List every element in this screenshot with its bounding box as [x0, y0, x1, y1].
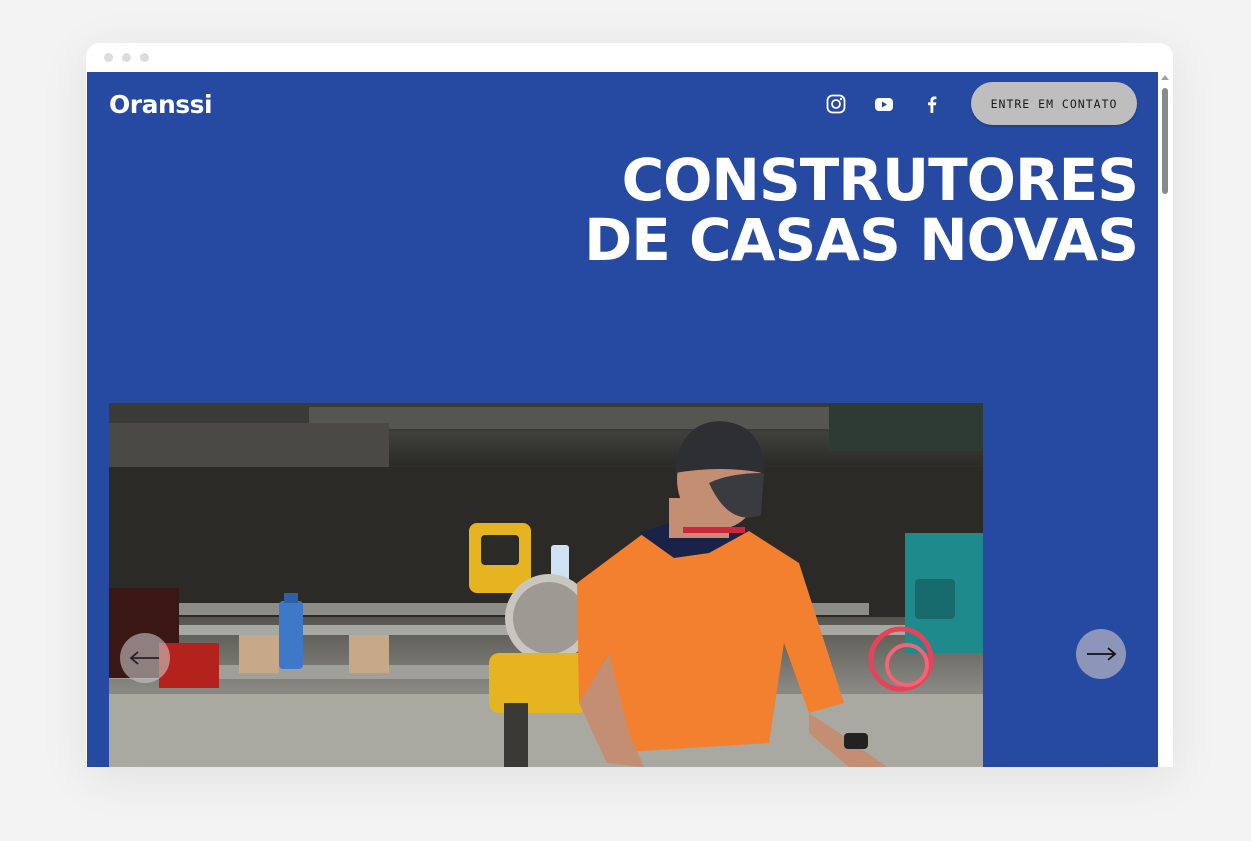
- headline-line: CONSTRUTORES: [621, 146, 1139, 214]
- arrow-right-icon: [1087, 647, 1117, 661]
- window-dot: [122, 53, 131, 62]
- page-viewport: Oranssi ENTRE EM CONTATO CONSTRUTORES DE…: [87, 72, 1158, 767]
- browser-window: Oranssi ENTRE EM CONTATO CONSTRUTORES DE…: [86, 43, 1173, 767]
- arrow-left-icon: [129, 651, 159, 665]
- window-dot: [104, 53, 113, 62]
- hero-headline: CONSTRUTORES DE CASAS NOVAS: [584, 146, 1139, 274]
- window-titlebar: [86, 43, 1173, 72]
- contact-button[interactable]: ENTRE EM CONTATO: [971, 82, 1137, 125]
- headline-line: DE CASAS NOVAS: [584, 206, 1139, 274]
- scroll-thumb[interactable]: [1162, 88, 1168, 194]
- gallery-next-button[interactable]: [1076, 629, 1126, 679]
- gallery-slide-image: [109, 403, 983, 767]
- window-dot: [140, 53, 149, 62]
- facebook-icon[interactable]: [921, 93, 943, 115]
- scroll-up-icon[interactable]: [1161, 75, 1169, 80]
- page-scrollbar[interactable]: [1158, 72, 1173, 767]
- gallery-prev-button[interactable]: [120, 633, 170, 683]
- youtube-icon[interactable]: [873, 93, 895, 115]
- site-logo[interactable]: Oranssi: [109, 90, 213, 119]
- instagram-icon[interactable]: [825, 93, 847, 115]
